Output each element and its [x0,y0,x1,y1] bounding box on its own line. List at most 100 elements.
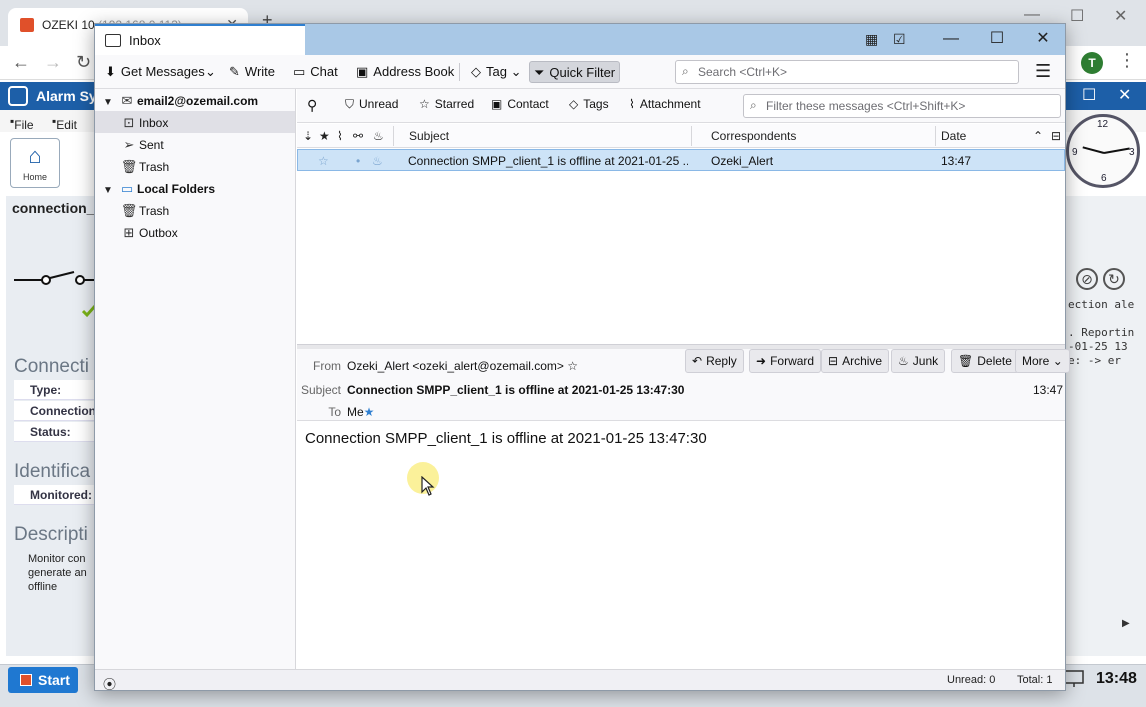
section-description: Descripti [14,524,88,545]
sort-ascending-icon[interactable]: ⌃ [1033,129,1043,143]
refresh-icon[interactable]: ↻ [1103,268,1125,290]
tab-inbox[interactable]: Inbox [95,24,305,55]
thread-column-icon[interactable]: ⇣ [303,129,313,143]
quick-filter-button[interactable]: ⏷ Quick Filter [529,61,621,83]
stop-icon[interactable]: ⊘ [1076,268,1098,290]
maximize-icon[interactable]: ☐ [977,28,1017,52]
junk-status-icon[interactable]: ♨ [372,154,383,168]
download-icon: ⬇ [105,64,116,79]
search-icon: ⌕ [682,64,689,78]
get-messages-dropdown[interactable]: ⌄ [201,61,220,83]
app-maximize-icon[interactable]: ☐ [1082,85,1096,105]
folder-sent[interactable]: ➢ Sent [119,137,164,159]
chevron-down-icon: ⌄ [1052,354,1063,368]
write-button[interactable]: ✎ Write [225,61,279,83]
message-time: 13:47 [1033,383,1064,397]
message-body-pane: Connection SMPP_client_1 is offline at 2… [297,422,1065,668]
forward-button[interactable]: ➜ Forward [749,349,822,373]
minimize-icon[interactable]: — [931,28,971,52]
read-column-icon[interactable]: ⚯ [353,129,363,143]
thread-pane-header: ⇣ ★ ⌇ ⚯ ♨ Subject Correspondents Date ⌃ … [297,124,1065,148]
address-book-icon: ▣ [356,64,369,79]
trash-icon: 🗑 [958,354,974,368]
filter-messages-input[interactable]: ⌕ Filter these messages <Ctrl+Shift+K> [743,94,1061,118]
home-label: Home [22,172,47,182]
folder-local-trash[interactable]: 🗑 Trash [119,203,170,225]
home-button[interactable]: ⌂ Home [10,138,60,188]
folder-account[interactable]: ▼ ✉ email2@ozemail.com [103,93,258,115]
envelope-icon: ✉ [121,93,133,108]
profile-avatar[interactable]: T [1081,52,1103,74]
ozeki-favicon-icon [20,18,34,32]
browser-maximize-icon[interactable]: ☐ [1070,6,1084,26]
reply-button[interactable]: ↶ Reply [685,349,744,373]
delete-button[interactable]: 🗑 Delete [951,349,1019,373]
get-messages-button[interactable]: ⬇ Get Messages [101,61,209,83]
folder-local-folders[interactable]: ▼ ▭ Local Folders [103,181,215,203]
chat-bubble-icon: ▭ [293,64,306,79]
reload-icon[interactable]: ↻ [76,52,91,73]
paperclip-icon: ⌇ [629,97,635,111]
menu-file[interactable]: ▪ File [10,114,34,132]
row-monitored: Monitored: [14,485,94,505]
star-icon[interactable]: ☆ [318,154,329,168]
filter-tags-button[interactable]: ◇ Tags [569,97,609,111]
calendar-icon[interactable]: ▦ [865,31,878,48]
from-value[interactable]: Ozeki_Alert <ozeki_alert@ozemail.com> ☆ [347,359,578,373]
column-subject[interactable]: Subject [409,129,449,143]
column-date[interactable]: Date [941,129,966,143]
tag-button[interactable]: ◇ Tag ⌄ [467,61,526,83]
column-correspondents[interactable]: Correspondents [711,129,796,143]
chat-button[interactable]: ▭ Chat [289,61,342,83]
start-button[interactable]: Start [8,667,78,693]
funnel-icon: ⏷ [534,65,545,80]
attachment-column-icon[interactable]: ⌇ [337,129,343,143]
filter-starred-button[interactable]: ☆ Starred [419,97,474,111]
archive-icon: ⊟ [828,354,839,368]
tag-icon: ◇ [471,64,481,79]
forward-arrow-icon[interactable]: → [44,52,62,73]
chevron-down-icon: ⌄ [205,64,216,79]
folder-inbox[interactable]: ⊡ Inbox [119,115,169,137]
message-body-text: Connection SMPP_client_1 is offline at 2… [305,430,707,447]
scroll-right-arrow-icon[interactable]: ▶ [1122,618,1130,629]
to-value[interactable]: Me★ [347,405,374,419]
browser-minimize-icon[interactable]: — [1024,6,1040,24]
row-type: Type: [14,380,94,400]
online-status-icon[interactable]: ⦿ [103,674,116,693]
junk-column-icon[interactable]: ♨ [373,129,384,143]
filter-attachment-button[interactable]: ⌇ Attachment [629,97,701,111]
window-titlebar: Inbox ▦ ☑ — ☐ ✕ [95,24,1065,55]
address-book-button[interactable]: ▣ Address Book [352,61,458,83]
menu-edit[interactable]: ▪ Edit [52,114,77,132]
unread-dot-icon[interactable]: • [356,154,360,168]
subject-value: Connection SMPP_client_1 is offline at 2… [347,383,685,397]
search-icon: ⌕ [750,98,757,112]
table-row[interactable]: ☆ • ♨ Connection SMPP_client_1 is offlin… [297,149,1065,171]
column-picker-icon[interactable]: ⊟ [1051,129,1061,143]
archive-button[interactable]: ⊟ Archive [821,349,890,373]
browser-close-icon[interactable]: ✕ [1114,6,1127,26]
app-close-icon[interactable]: ✕ [1118,85,1131,105]
star-column-icon[interactable]: ★ [319,129,330,143]
star-icon[interactable]: ☆ [567,359,578,373]
tasks-icon[interactable]: ☑ [893,31,906,48]
close-icon[interactable]: ✕ [1023,28,1063,52]
more-button[interactable]: More ⌄ [1015,349,1070,373]
home-icon: ⌂ [28,143,42,168]
folder-trash[interactable]: 🗑 Trash [119,159,170,181]
connection-switch-icon [14,271,94,285]
browser-menu-icon[interactable]: ⋮ [1118,50,1136,71]
filter-unread-button[interactable]: ⛉ Unread [345,97,398,112]
filter-contact-button[interactable]: ▣ Contact [491,97,549,111]
junk-button[interactable]: ♨ Junk [891,349,946,373]
global-search-input[interactable]: ⌕ Search <Ctrl+K> [675,60,1019,84]
folder-outbox[interactable]: ⊞ Outbox [119,225,178,247]
outbox-icon: ⊞ [123,225,135,240]
app-menu-icon[interactable]: ☰ [1035,61,1051,82]
back-arrow-icon[interactable]: ← [12,52,30,73]
status-bar: ⦿ Unread: 0 Total: 1 [95,669,1065,693]
chevron-down-icon: ▼ [103,185,113,196]
pin-icon[interactable]: ⚲ [307,97,317,114]
chevron-down-icon: ⌄ [510,64,522,79]
